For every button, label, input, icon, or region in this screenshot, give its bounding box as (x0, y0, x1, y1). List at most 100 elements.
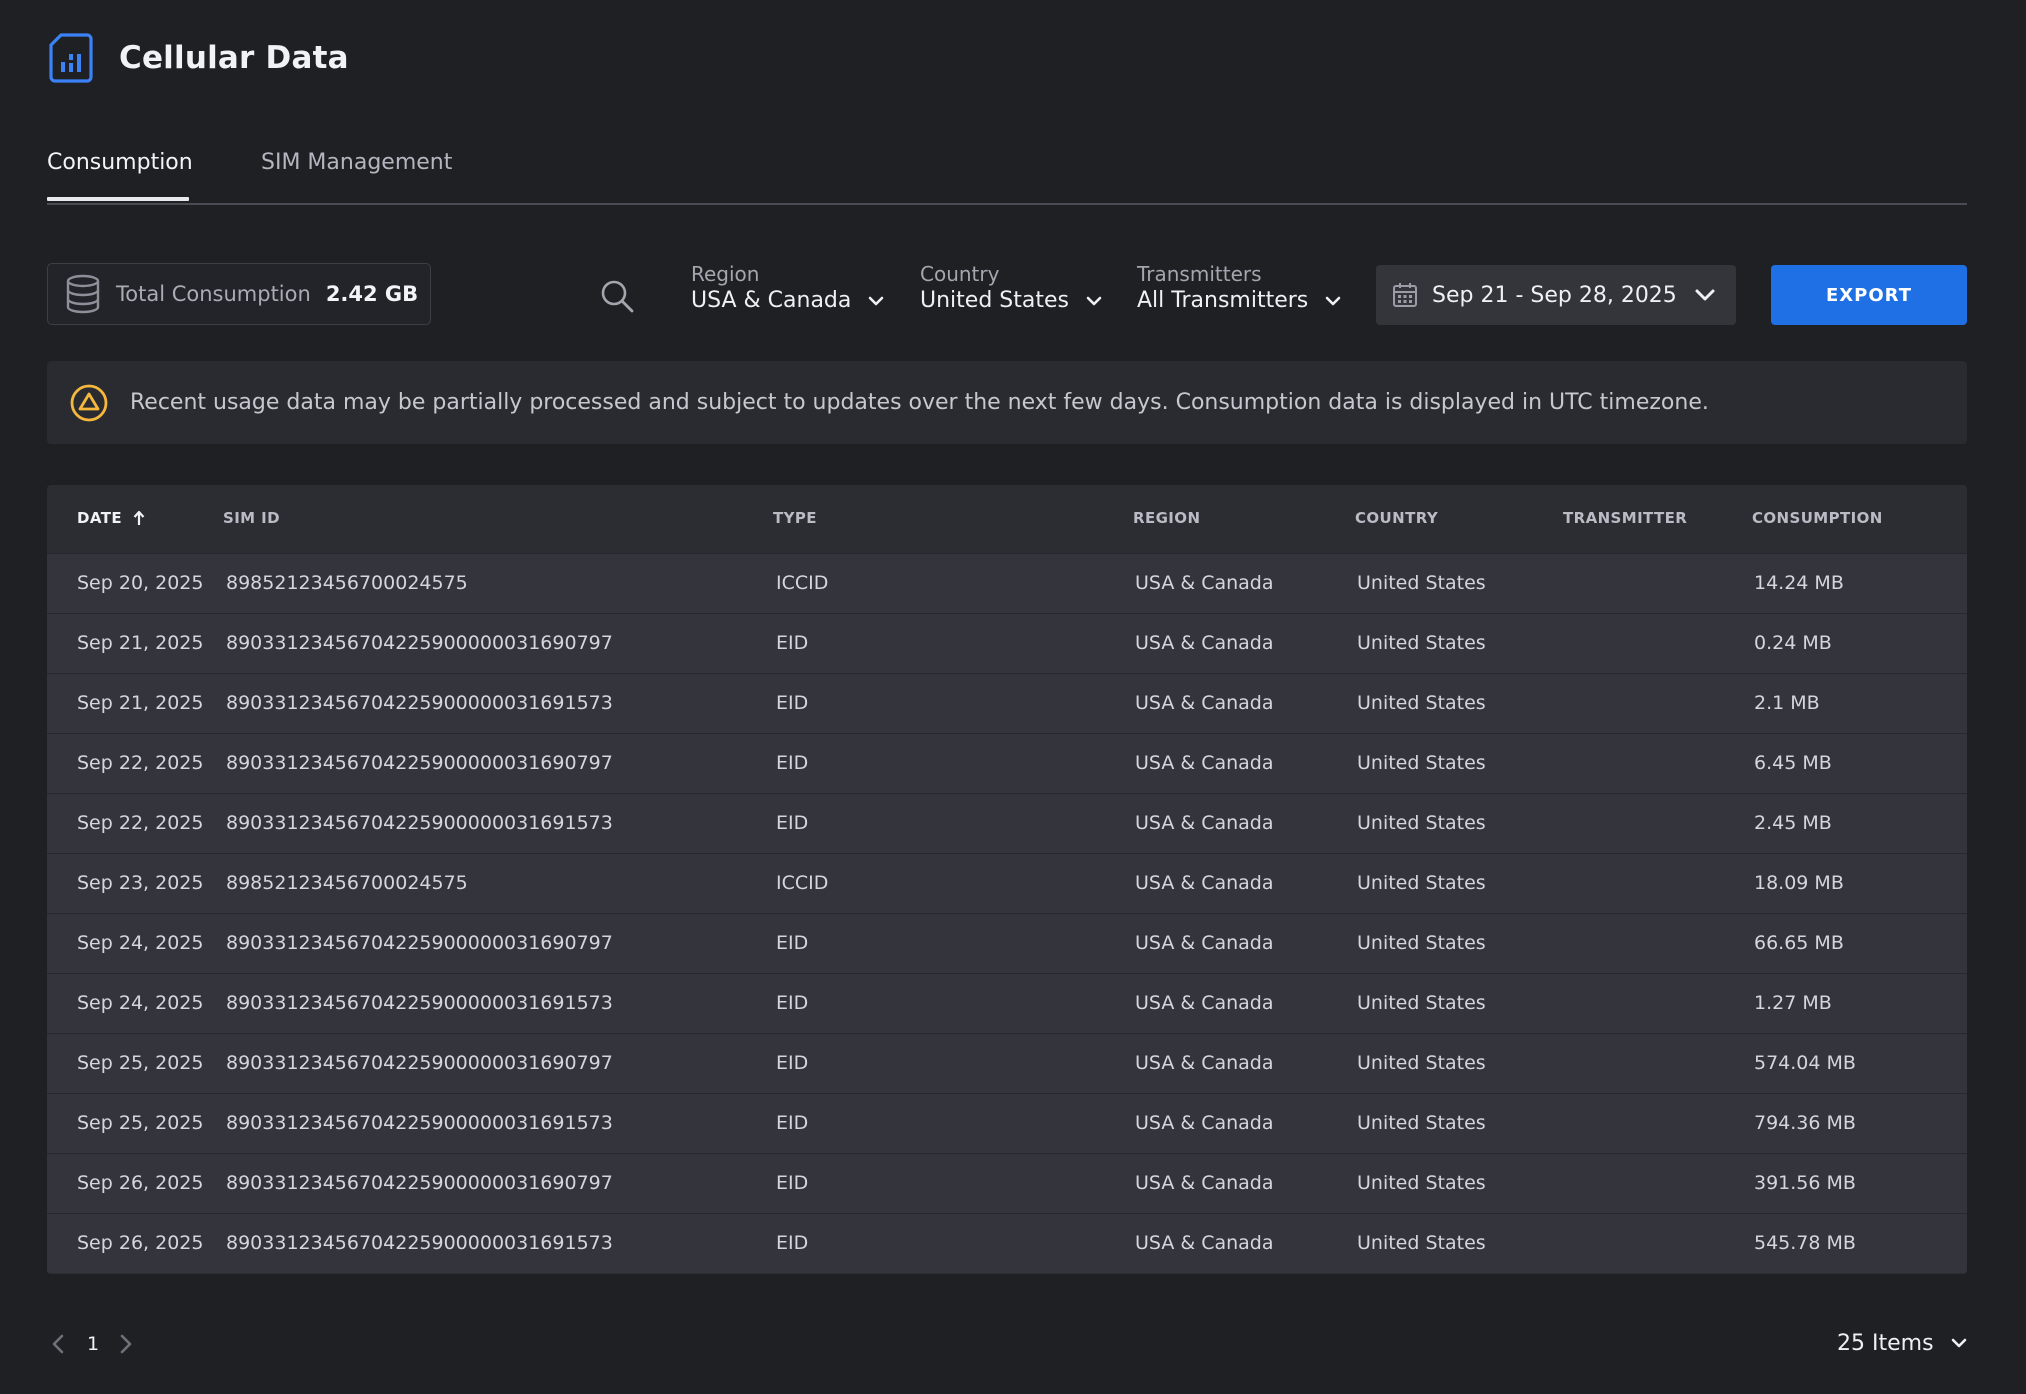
table-row[interactable]: Sep 22, 2025 8903312345670422590000003169… (47, 793, 1967, 853)
cell-type: EID (776, 1172, 809, 1194)
cell-country: United States (1357, 1232, 1486, 1254)
cell-sim-id: 89033123456704225900000031690797 (226, 932, 613, 954)
cell-region: USA & Canada (1135, 872, 1274, 894)
column-header-date[interactable]: DATE (77, 509, 146, 527)
column-header-sim-id[interactable]: SIM ID (223, 509, 280, 527)
table-row[interactable]: Sep 22, 2025 8903312345670422590000003169… (47, 733, 1967, 793)
page-title: Cellular Data (119, 40, 349, 76)
cell-date: Sep 25, 2025 (77, 1112, 204, 1134)
cell-sim-id: 89033123456704225900000031691573 (226, 812, 613, 834)
region-filter-label: Region (691, 262, 760, 286)
column-header-type[interactable]: TYPE (773, 509, 817, 527)
table-row[interactable]: Sep 24, 2025 8903312345670422590000003169… (47, 913, 1967, 973)
cell-consumption: 6.45 MB (1754, 752, 1832, 774)
cell-country: United States (1357, 1112, 1486, 1134)
cell-country: United States (1357, 932, 1486, 954)
previous-page-icon[interactable] (47, 1332, 71, 1356)
page-header: Cellular Data (47, 32, 349, 84)
cell-type: ICCID (776, 872, 829, 894)
next-page-icon[interactable] (113, 1332, 137, 1356)
date-range-value: Sep 21 - Sep 28, 2025 (1432, 282, 1677, 308)
cell-region: USA & Canada (1135, 932, 1274, 954)
cell-region: USA & Canada (1135, 752, 1274, 774)
warning-icon (70, 384, 108, 421)
tab-consumption[interactable]: Consumption (47, 150, 193, 175)
tab-sim-management[interactable]: SIM Management (261, 150, 452, 175)
total-consumption-card: Total Consumption 2.42 GB (47, 263, 431, 325)
total-consumption-label: Total Consumption (116, 282, 311, 306)
table-row[interactable]: Sep 23, 2025 89852123456700024575 ICCID USA… (47, 853, 1967, 913)
country-filter[interactable]: Country United States (920, 262, 1103, 322)
cell-consumption: 18.09 MB (1754, 872, 1844, 894)
cell-consumption: 0.24 MB (1754, 632, 1832, 654)
cell-sim-id: 89033123456704225900000031690797 (226, 1172, 613, 1194)
table-row[interactable]: Sep 25, 2025 8903312345670422590000003169… (47, 1033, 1967, 1093)
cell-region: USA & Canada (1135, 812, 1274, 834)
table-body: Sep 20, 2025 89852123456700024575 ICCID USA… (47, 553, 1967, 1273)
region-filter[interactable]: Region USA & Canada (691, 262, 885, 322)
total-consumption-value: 2.42 GB (325, 282, 419, 306)
table-header: DATE SIM ID TYPE REGION COUNTRY TRANSMIT… (47, 485, 1967, 553)
sim-card-icon (49, 33, 93, 83)
calendar-icon (1393, 283, 1417, 307)
cell-consumption: 794.36 MB (1754, 1112, 1856, 1134)
cell-consumption: 66.65 MB (1754, 932, 1844, 954)
transmitters-filter-label: Transmitters (1137, 262, 1262, 286)
cell-date: Sep 24, 2025 (77, 932, 204, 954)
cell-date: Sep 22, 2025 (77, 812, 204, 834)
cell-country: United States (1357, 872, 1486, 894)
info-notice: Recent usage data may be partially proce… (47, 361, 1967, 444)
database-icon (66, 274, 100, 314)
cell-type: EID (776, 812, 809, 834)
cell-region: USA & Canada (1135, 632, 1274, 654)
cell-date: Sep 23, 2025 (77, 872, 204, 894)
column-header-date-label: DATE (77, 509, 122, 527)
cell-consumption: 545.78 MB (1754, 1232, 1856, 1254)
chevron-down-icon (1086, 296, 1102, 306)
current-page-number[interactable]: 1 (87, 1333, 99, 1355)
consumption-table: DATE SIM ID TYPE REGION COUNTRY TRANSMIT… (47, 485, 1967, 1274)
table-row[interactable]: Sep 20, 2025 89852123456700024575 ICCID USA… (47, 553, 1967, 613)
cell-type: EID (776, 1052, 809, 1074)
cell-consumption: 574.04 MB (1754, 1052, 1856, 1074)
table-row[interactable]: Sep 21, 2025 8903312345670422590000003169… (47, 673, 1967, 733)
cell-region: USA & Canada (1135, 1052, 1274, 1074)
cell-type: EID (776, 1112, 809, 1134)
cell-sim-id: 89033123456704225900000031691573 (226, 692, 613, 714)
column-header-transmitter[interactable]: TRANSMITTER (1563, 509, 1687, 527)
tab-bar: Consumption SIM Management (47, 140, 1967, 205)
cell-consumption: 2.1 MB (1754, 692, 1820, 714)
table-row[interactable]: Sep 26, 2025 8903312345670422590000003169… (47, 1213, 1967, 1273)
cell-type: EID (776, 632, 809, 654)
search-icon[interactable] (599, 278, 635, 314)
table-row[interactable]: Sep 25, 2025 8903312345670422590000003169… (47, 1093, 1967, 1153)
cell-region: USA & Canada (1135, 1172, 1274, 1194)
region-filter-value: USA & Canada (691, 288, 852, 313)
date-range-picker[interactable]: Sep 21 - Sep 28, 2025 (1376, 265, 1736, 325)
cell-date: Sep 26, 2025 (77, 1232, 204, 1254)
column-header-region[interactable]: REGION (1133, 509, 1200, 527)
column-header-country[interactable]: COUNTRY (1355, 509, 1438, 527)
cell-sim-id: 89033123456704225900000031691573 (226, 1112, 613, 1134)
table-row[interactable]: Sep 21, 2025 8903312345670422590000003169… (47, 613, 1967, 673)
table-row[interactable]: Sep 24, 2025 8903312345670422590000003169… (47, 973, 1967, 1033)
country-filter-value: United States (920, 288, 1069, 313)
cell-date: Sep 21, 2025 (77, 692, 204, 714)
transmitters-filter[interactable]: Transmitters All Transmitters (1137, 262, 1342, 322)
cell-date: Sep 22, 2025 (77, 752, 204, 774)
cell-type: EID (776, 1232, 809, 1254)
export-button[interactable]: EXPORT (1771, 265, 1967, 325)
items-per-page-select[interactable]: 25 Items (1837, 1326, 1968, 1360)
cell-date: Sep 26, 2025 (77, 1172, 204, 1194)
cell-country: United States (1357, 1052, 1486, 1074)
cell-country: United States (1357, 752, 1486, 774)
cell-sim-id: 89033123456704225900000031691573 (226, 992, 613, 1014)
cell-sim-id: 89033123456704225900000031690797 (226, 752, 613, 774)
column-header-consumption[interactable]: CONSUMPTION (1752, 509, 1883, 527)
cell-date: Sep 24, 2025 (77, 992, 204, 1014)
cell-consumption: 2.45 MB (1754, 812, 1832, 834)
active-tab-indicator (47, 197, 189, 201)
cell-country: United States (1357, 1172, 1486, 1194)
table-row[interactable]: Sep 26, 2025 8903312345670422590000003169… (47, 1153, 1967, 1213)
cell-country: United States (1357, 992, 1486, 1014)
